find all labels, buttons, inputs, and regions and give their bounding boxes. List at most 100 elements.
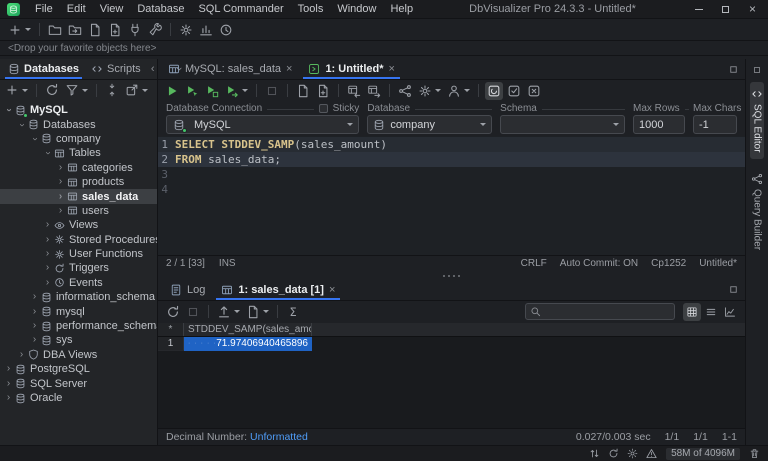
refresh-objects-button[interactable] [43, 81, 61, 99]
sql-line-2[interactable]: 2FROM sales_data; [158, 152, 745, 167]
chevron-collapsed-icon[interactable]: › [55, 192, 66, 202]
export-table-data-button[interactable] [365, 82, 383, 100]
sidebar-tab-databases[interactable]: Databases [2, 59, 85, 79]
grid-cell[interactable]: ······················· 71.9740694046589… [184, 337, 312, 351]
chevron-collapsed-icon[interactable]: › [3, 364, 14, 374]
rail-tab-sql-editor[interactable]: SQL Editor [750, 82, 764, 159]
close-tab-icon[interactable]: × [389, 63, 395, 75]
sql-line-4[interactable]: 4 [158, 182, 745, 197]
chevron-expanded-icon[interactable]: › [4, 105, 14, 116]
save-as-button[interactable] [106, 21, 124, 39]
chart-view-button[interactable] [721, 303, 739, 321]
sticky-checkbox[interactable] [319, 104, 328, 113]
minimize-button[interactable] [685, 0, 712, 19]
row-number-cell[interactable]: 1 [158, 337, 184, 351]
chevron-collapsed-icon[interactable]: › [29, 292, 40, 302]
menu-sql-commander[interactable]: SQL Commander [191, 3, 290, 15]
close-button[interactable]: × [739, 0, 766, 19]
chevron-expanded-icon[interactable]: › [17, 119, 27, 130]
database-select[interactable]: company [367, 115, 492, 134]
chevron-collapsed-icon[interactable]: › [42, 278, 53, 288]
chevron-collapsed-icon[interactable]: › [42, 249, 53, 259]
execute-current-button[interactable] [183, 82, 201, 100]
notifications-button[interactable] [625, 447, 640, 461]
chevron-collapsed-icon[interactable]: › [42, 263, 53, 273]
tree-item-users[interactable]: › users [0, 204, 157, 218]
tree-item-user-functions[interactable]: › User Functions [0, 247, 157, 261]
menu-view[interactable]: View [93, 3, 131, 15]
task-status-button[interactable] [606, 447, 621, 461]
tab-1-sales-data-1[interactable]: 1: sales_data [1] × [213, 280, 343, 300]
tab-mysql-sales-data[interactable]: MySQL: sales_data × [160, 59, 300, 79]
menu-window[interactable]: Window [330, 3, 383, 15]
open-file-button[interactable] [46, 21, 64, 39]
charts-button[interactable] [197, 21, 215, 39]
chevron-collapsed-icon[interactable]: › [29, 307, 40, 317]
menu-edit[interactable]: Edit [60, 3, 93, 15]
grid-view-button[interactable] [683, 303, 701, 321]
menu-tools[interactable]: Tools [291, 3, 331, 15]
chevron-collapsed-icon[interactable]: › [55, 206, 66, 216]
chevron-collapsed-icon[interactable]: › [3, 393, 14, 403]
chevron-expanded-icon[interactable]: › [43, 148, 53, 159]
tree-item-triggers[interactable]: › Triggers [0, 261, 157, 275]
filter-objects-button[interactable] [63, 81, 90, 99]
tree-item-postgresql[interactable]: › PostgreSQL [0, 362, 157, 376]
tool-properties-button[interactable] [177, 21, 195, 39]
close-tab-icon[interactable]: × [286, 63, 292, 75]
sql-line-1[interactable]: 1SELECT STDDEV_SAMP(sales_amount) [158, 137, 745, 152]
menu-database[interactable]: Database [130, 3, 191, 15]
stop-load-button[interactable] [184, 303, 202, 321]
tab-log[interactable]: Log [162, 280, 213, 300]
result-actions-button[interactable] [244, 303, 271, 321]
tree-item-information-schema[interactable]: › information_schema [0, 290, 157, 304]
text-view-button[interactable] [702, 303, 720, 321]
editor-settings-button[interactable] [416, 82, 443, 100]
open-object-button[interactable] [123, 81, 150, 99]
sql-line-3[interactable]: 3 [158, 167, 745, 182]
sql-editor[interactable]: 1SELECT STDDEV_SAMP(sales_amount) 2FROM … [158, 136, 745, 255]
tree-item-products[interactable]: › products [0, 175, 157, 189]
toggle-auto-commit-button[interactable] [485, 82, 503, 100]
gc-trash-button[interactable] [747, 447, 762, 461]
schema-select[interactable] [500, 115, 625, 134]
warnings-button[interactable] [644, 447, 659, 461]
connections-status-button[interactable] [587, 447, 602, 461]
save-file-button[interactable] [86, 21, 104, 39]
grid-column-header[interactable]: STDDEV_SAMP(sales_amount) [184, 323, 312, 336]
driver-manager-button[interactable] [146, 21, 164, 39]
encoding[interactable]: Cp1252 [651, 258, 686, 269]
memory-indicator[interactable]: 58M of 4096M [666, 448, 740, 460]
maximize-button[interactable] [712, 0, 739, 19]
chevron-expanded-icon[interactable]: › [30, 133, 40, 144]
tree-item-mysql[interactable]: › MySQL [0, 103, 157, 117]
toggle-close-results-button[interactable] [525, 82, 543, 100]
hide-editor-button[interactable] [726, 60, 745, 78]
execute-explain-button[interactable] [223, 82, 250, 100]
tree-item-tables[interactable]: › Tables [0, 146, 157, 160]
close-tab-icon[interactable]: × [329, 284, 335, 296]
chevron-collapsed-icon[interactable]: › [42, 235, 53, 245]
tree-item-dba-views[interactable]: › DBA Views [0, 348, 157, 362]
max-rows-input[interactable] [633, 115, 685, 134]
panel-splitter[interactable] [158, 272, 745, 280]
chevron-collapsed-icon[interactable]: › [55, 177, 66, 187]
chevron-collapsed-icon[interactable]: › [29, 321, 40, 331]
format-sql-button[interactable] [396, 82, 414, 100]
menu-help[interactable]: Help [383, 3, 420, 15]
result-search[interactable] [525, 303, 675, 320]
tabs-prev-button[interactable]: ‹ [147, 63, 159, 75]
stop-button[interactable] [263, 82, 281, 100]
menu-file[interactable]: File [28, 3, 60, 15]
chevron-collapsed-icon[interactable]: › [55, 163, 66, 173]
tree-item-performance-schema[interactable]: › performance_schema [0, 319, 157, 333]
history-button[interactable] [217, 21, 235, 39]
tree-item-events[interactable]: › Events [0, 276, 157, 290]
connect-database-button[interactable] [126, 21, 144, 39]
tree-item-stored-procedures[interactable]: › Stored Procedures [0, 233, 157, 247]
tree-item-sales-data[interactable]: › sales_data [0, 189, 157, 203]
create-new-button[interactable] [6, 21, 33, 39]
tree-item-company[interactable]: › company [0, 132, 157, 146]
open-recent-button[interactable] [66, 21, 84, 39]
grid-corner-cell[interactable]: * [158, 323, 184, 336]
